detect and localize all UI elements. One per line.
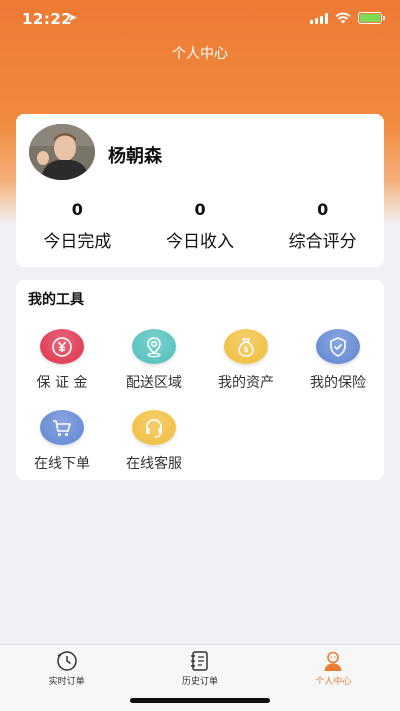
tools-card: 我的工具 保 证 金 配送区域 $ 我的资产 我的保险 在线下单 在线客服 (16, 280, 384, 480)
stat-label: 今日收入 (166, 232, 234, 252)
stat-today-income[interactable]: 0 今日收入 (139, 200, 262, 252)
tool-online-order[interactable]: 在线下单 (16, 410, 108, 473)
stat-today-completed[interactable]: 0 今日完成 (16, 200, 139, 252)
battery-icon (358, 12, 385, 24)
status-time: 12:22 (22, 10, 73, 28)
money-bag-icon: $ (224, 329, 268, 364)
map-pin-icon (132, 329, 176, 364)
tab-label: 个人中心 (315, 677, 352, 687)
svg-text:$: $ (243, 345, 249, 354)
username: 杨朝森 (108, 146, 162, 167)
stat-label: 综合评分 (288, 232, 357, 252)
tool-customer-service[interactable]: 在线客服 (108, 410, 200, 473)
page-title: 个人中心 (172, 46, 228, 62)
avatar[interactable] (29, 124, 95, 180)
stat-overall-rating[interactable]: 0 综合评分 (261, 200, 384, 252)
tab-personal-center[interactable]: 个人中心 (267, 645, 400, 711)
location-arrow-icon: ➤ (68, 11, 78, 24)
wifi-icon (335, 12, 351, 24)
profile-card: 杨朝森 0 今日完成 0 今日收入 0 综合评分 (16, 114, 384, 267)
stat-label: 今日完成 (43, 232, 112, 252)
tool-my-insurance[interactable]: 我的保险 (292, 329, 384, 392)
clock-icon (56, 651, 77, 671)
tools-title: 我的工具 (28, 292, 84, 308)
yuan-icon (40, 329, 84, 364)
shield-icon (316, 329, 360, 364)
tool-label: 我的保险 (310, 375, 366, 391)
tab-label: 历史订单 (181, 677, 218, 687)
tool-my-assets[interactable]: $ 我的资产 (200, 329, 292, 392)
person-icon (324, 651, 342, 671)
tools-grid: 保 证 金 配送区域 $ 我的资产 我的保险 在线下单 在线客服 (16, 329, 384, 473)
stat-value: 0 (194, 200, 206, 219)
tab-realtime-orders[interactable]: 实时订单 (0, 645, 133, 711)
tool-label: 保 证 金 (36, 375, 88, 391)
tool-delivery-area[interactable]: 配送区域 (108, 329, 200, 392)
notebook-icon (190, 651, 208, 671)
tool-deposit[interactable]: 保 证 金 (16, 329, 108, 392)
stat-value: 0 (317, 200, 329, 219)
avatar-photo (29, 124, 95, 180)
home-indicator (130, 698, 270, 703)
headset-icon (132, 410, 176, 445)
cart-icon (40, 410, 84, 445)
tool-label: 配送区域 (126, 375, 182, 391)
tool-label: 在线下单 (34, 456, 90, 472)
tool-label: 在线客服 (126, 456, 182, 472)
status-bar: 12:22 ➤ (0, 0, 400, 38)
tab-label: 实时订单 (48, 677, 85, 687)
tool-label: 我的资产 (218, 375, 274, 391)
signal-icon (310, 12, 328, 24)
stats-row: 0 今日完成 0 今日收入 0 综合评分 (16, 200, 384, 252)
stat-value: 0 (71, 200, 83, 219)
status-indicators (310, 12, 385, 24)
